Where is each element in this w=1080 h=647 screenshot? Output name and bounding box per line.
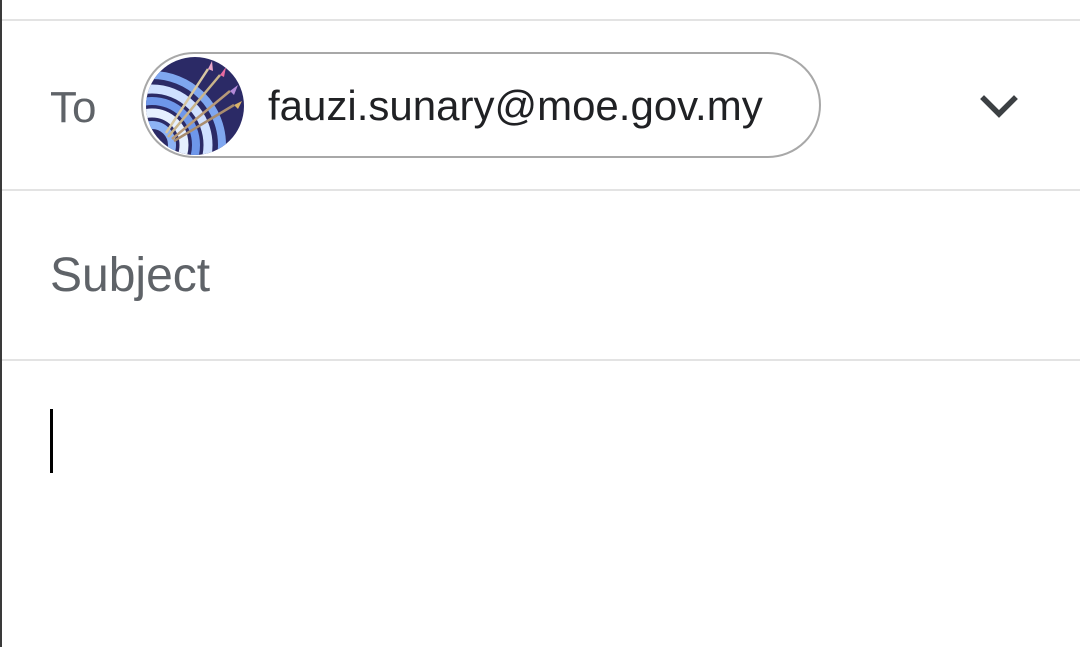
chevron-down-icon bbox=[980, 95, 1018, 118]
divider bbox=[2, 189, 1080, 191]
compose-screen: To fauzi.sunary@moe.gov.my Subject bbox=[0, 0, 1080, 647]
avatar bbox=[146, 57, 244, 155]
archery-target-avatar-icon bbox=[146, 57, 244, 155]
recipient-email: fauzi.sunary@moe.gov.my bbox=[268, 82, 763, 129]
expand-recipients-button[interactable] bbox=[972, 80, 1026, 134]
to-label: To bbox=[50, 83, 97, 132]
message-body-field[interactable] bbox=[2, 361, 1080, 647]
text-cursor bbox=[50, 409, 53, 473]
subject-field[interactable]: Subject bbox=[50, 250, 210, 302]
divider bbox=[2, 19, 1080, 21]
recipient-chip[interactable]: fauzi.sunary@moe.gov.my bbox=[141, 52, 821, 158]
